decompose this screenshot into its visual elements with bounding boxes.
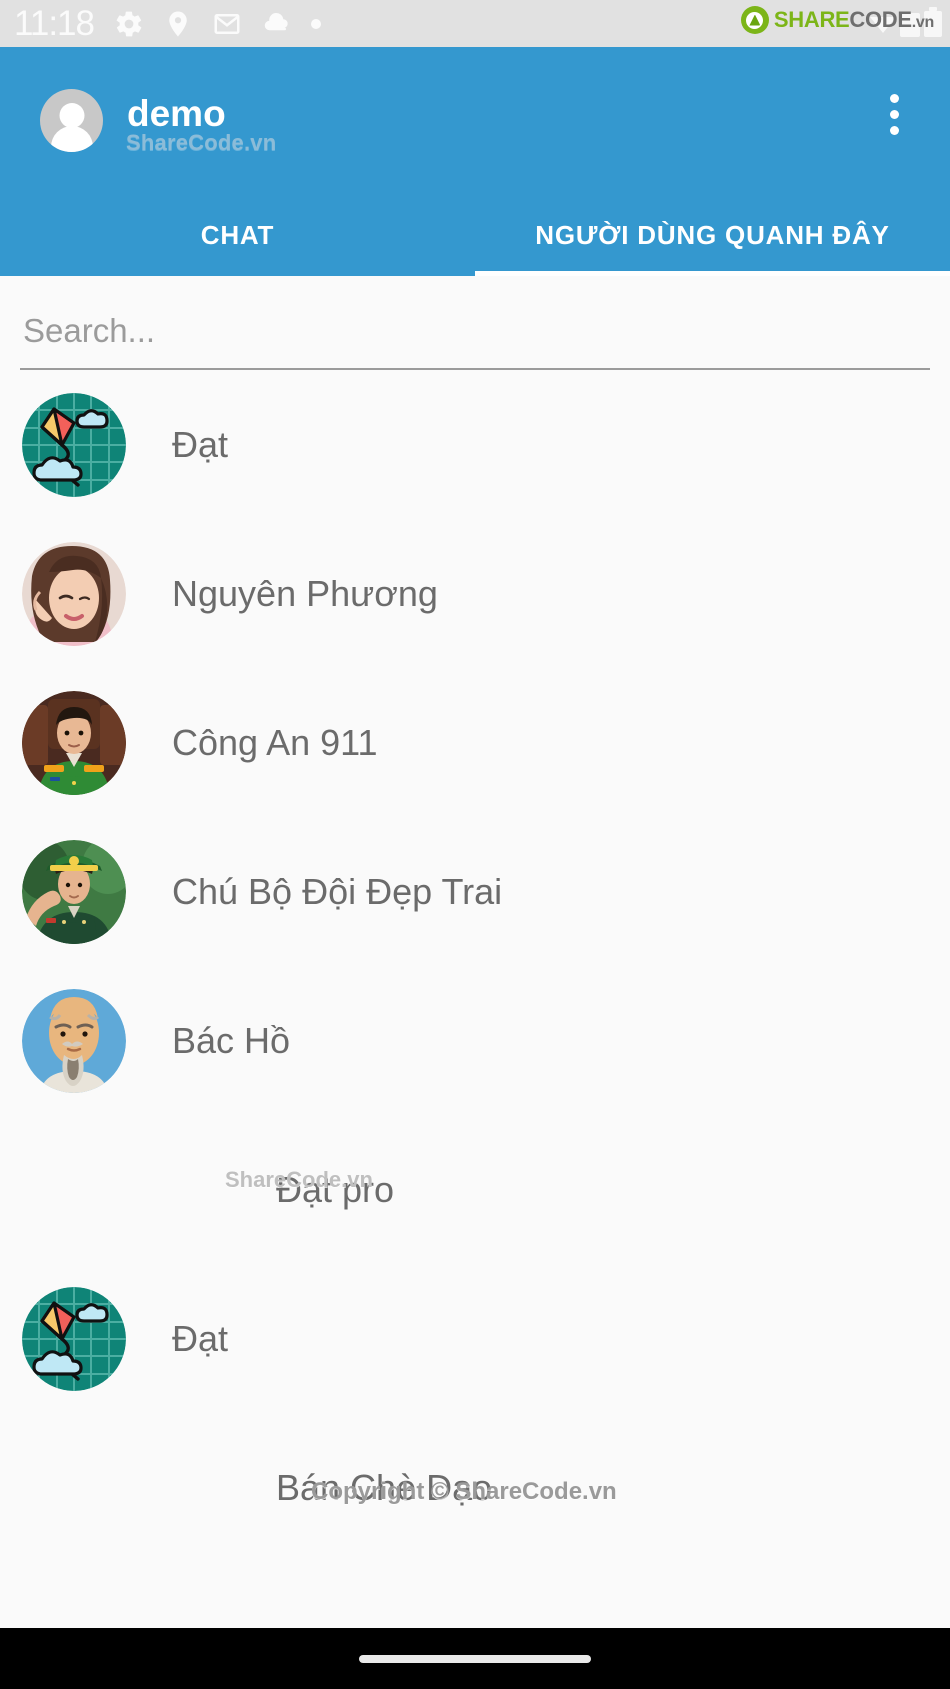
overflow-dot-3 — [889, 125, 899, 135]
overflow-menu-icon[interactable] — [871, 84, 917, 144]
list-item[interactable]: Công An 911 — [0, 668, 950, 817]
tab-chat[interactable]: CHAT — [0, 195, 475, 276]
gmail-icon — [212, 9, 242, 39]
location-pin-icon — [163, 9, 193, 39]
list-item-label: Nguyên Phương — [172, 572, 438, 614]
list-item-label: Bán Chè Dạo — [276, 1466, 493, 1508]
status-notification-icons — [114, 9, 322, 39]
sharecode-wordmark: SHARECODE.vn — [773, 7, 934, 32]
gear-icon — [114, 9, 144, 39]
page-title: demo — [127, 93, 226, 134]
young-woman-photo-icon — [22, 541, 126, 646]
kite-clouds-illustration-icon — [22, 1286, 126, 1391]
list-item[interactable]: Nguyên Phương — [0, 519, 950, 668]
saluting-soldier-photo-icon — [22, 839, 126, 944]
list-item-label: Đạt — [172, 423, 229, 465]
sharecode-logo-icon — [740, 6, 769, 34]
ho-chi-minh-portrait-icon — [22, 988, 126, 1093]
list-item-label: Chú Bộ Đội Đẹp Trai — [172, 870, 503, 912]
dot-icon — [310, 18, 322, 30]
status-bar: 11:18 SHARECODE.vn — [0, 0, 950, 47]
navigation-bar — [0, 1628, 950, 1689]
avatar-placeholder-empty — [22, 1436, 126, 1540]
list-item[interactable]: Đạt — [0, 370, 950, 519]
status-time: 11:18 — [14, 4, 95, 43]
sharecode-watermark-logo: SHARECODE.vn — [740, 6, 934, 34]
overflow-dot-2 — [889, 109, 899, 119]
app-bar-top-row: demo ShareCode.vn — [0, 47, 950, 195]
home-indicator-pill[interactable] — [359, 1654, 591, 1663]
overflow-dot-1 — [889, 93, 899, 103]
search-input[interactable] — [20, 312, 930, 370]
list-item-label: Bác Hồ — [172, 1019, 291, 1061]
app-bar: demo ShareCode.vn CHAT NGƯỜI DÙNG QUANH … — [0, 47, 950, 276]
list-item-label: Đạt pro — [276, 1168, 395, 1210]
search-container — [0, 276, 950, 370]
list-item[interactable]: Đạt pro — [0, 1115, 950, 1264]
tab-bar: CHAT NGƯỜI DÙNG QUANH ĐÂY — [0, 195, 950, 276]
list-item[interactable]: Bán Chè Dạo — [0, 1413, 950, 1562]
avatar[interactable] — [40, 89, 103, 152]
nearby-users-list: Đạt Nguyên Phương Công An 911 Chú Bộ Đội… — [0, 370, 950, 1562]
police-officer-photo-icon — [22, 690, 126, 795]
kite-clouds-illustration-icon — [22, 392, 126, 497]
cloud-icon — [261, 9, 291, 39]
avatar-placeholder-empty — [22, 1138, 126, 1242]
app-bar-watermark: ShareCode.vn — [126, 130, 277, 155]
list-item[interactable]: Đạt — [0, 1264, 950, 1413]
list-item[interactable]: Bác Hồ — [0, 966, 950, 1115]
list-item[interactable]: Chú Bộ Đội Đẹp Trai — [0, 817, 950, 966]
tab-nearby-users[interactable]: NGƯỜI DÙNG QUANH ĐÂY — [475, 195, 950, 276]
tab-active-indicator — [475, 271, 950, 276]
list-item-label: Công An 911 — [172, 721, 378, 763]
list-item-label: Đạt — [172, 1317, 229, 1359]
